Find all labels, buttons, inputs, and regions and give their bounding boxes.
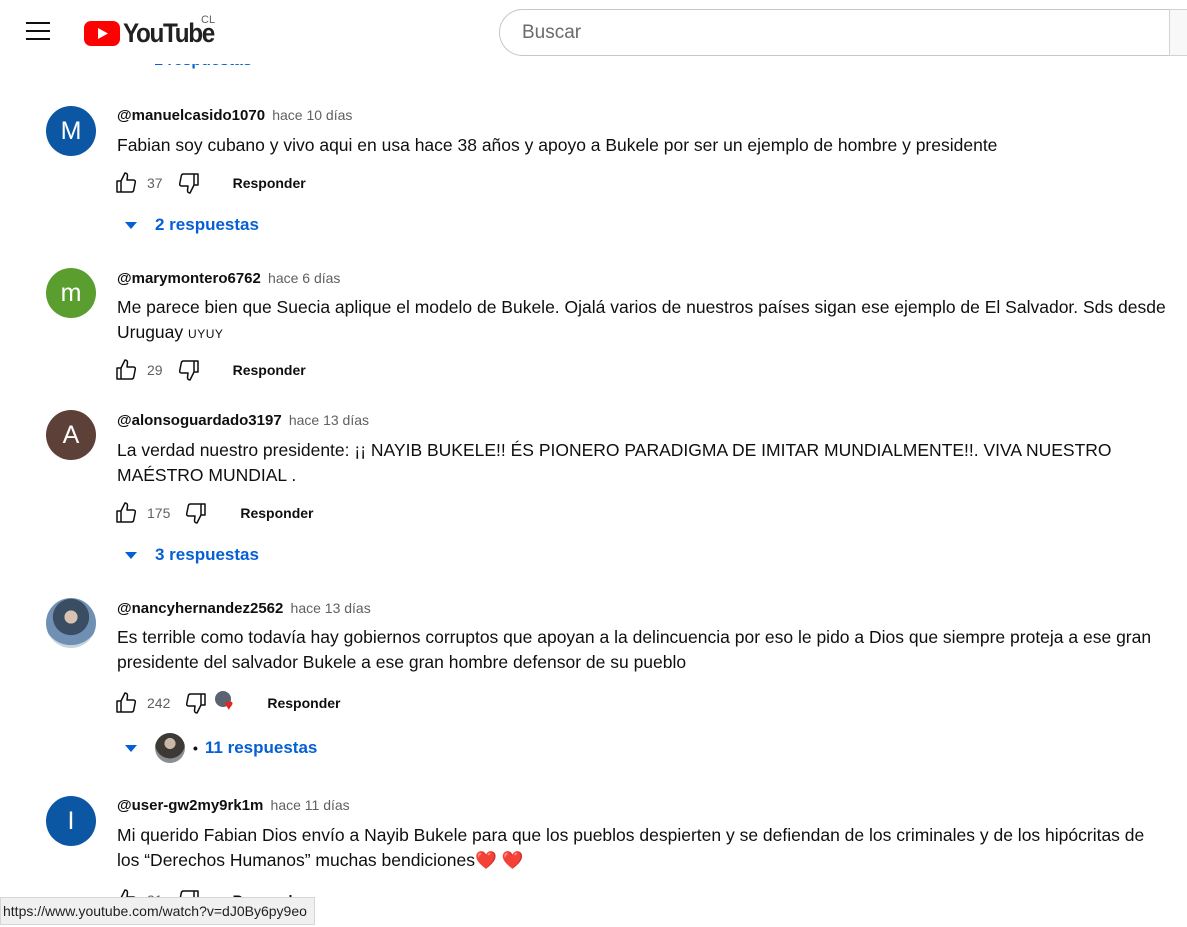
replies-toggle[interactable]: • 11 respuestas: [122, 733, 317, 763]
author-name[interactable]: @manuelcasido1070: [117, 107, 265, 124]
like-count: 37: [147, 175, 163, 191]
like-count: 175: [147, 505, 171, 521]
comment-actions: 242 ♥ Responder: [113, 688, 340, 718]
like-icon[interactable]: [113, 170, 139, 196]
comment-actions: 29 Responder: [113, 355, 306, 385]
dislike-icon[interactable]: [176, 357, 202, 383]
avatar[interactable]: I: [46, 796, 96, 846]
author-name[interactable]: @alonsoguardado3197: [117, 412, 282, 429]
comment-header: @nancyhernandez2562 hace 13 días: [117, 600, 371, 617]
timestamp[interactable]: hace 13 días: [289, 412, 369, 428]
reply-button[interactable]: Responder: [233, 362, 306, 378]
author-name[interactable]: @user-gw2my9rk1m: [117, 797, 263, 814]
comment-text: Es terrible como todavía hay gobiernos c…: [117, 627, 1152, 672]
creator-avatar: [155, 733, 185, 763]
avatar[interactable]: m: [46, 268, 96, 318]
reply-button[interactable]: Responder: [267, 695, 340, 711]
status-bar-url: https://www.youtube.com/watch?v=dJ0By6py…: [0, 897, 315, 925]
comment-text: Me parece bien que Suecia aplique el mod…: [117, 295, 1167, 347]
avatar[interactable]: M: [46, 106, 96, 156]
like-count: 242: [147, 695, 171, 711]
replies-toggle[interactable]: 2 respuestas: [122, 215, 259, 235]
search-button[interactable]: [1169, 9, 1187, 56]
like-count: 29: [147, 362, 163, 378]
author-name[interactable]: @marymontero6762: [117, 270, 261, 287]
comment-text: La verdad nuestro presidente: ¡¡ NAYIB B…: [117, 440, 1112, 485]
chevron-down-icon: [125, 744, 137, 752]
comment-header: @alonsoguardado3197 hace 13 días: [117, 412, 369, 429]
country-code: CL: [201, 14, 216, 26]
reply-button[interactable]: Responder: [233, 175, 306, 191]
replies-label: 2 respuestas: [155, 215, 259, 234]
timestamp[interactable]: hace 11 días: [271, 797, 350, 813]
timestamp[interactable]: hace 6 días: [268, 270, 340, 286]
dislike-icon[interactable]: [176, 170, 202, 196]
search-input[interactable]: [520, 21, 1164, 45]
masthead: YouTube CL: [0, 0, 1187, 64]
replies-label: 11 respuestas: [204, 738, 318, 757]
hamburger-menu-icon[interactable]: [26, 22, 50, 42]
like-icon[interactable]: [113, 500, 139, 526]
like-icon[interactable]: [113, 357, 139, 383]
comment-text-body: Me parece bien que Suecia aplique el mod…: [117, 297, 1166, 342]
search-box[interactable]: [499, 9, 1187, 56]
comment-text: Mi querido Fabian Dios envío a Nayib Buk…: [117, 825, 1145, 870]
comment-header: @user-gw2my9rk1m hace 11 días: [117, 797, 350, 814]
comment-text: Fabian soy cubano y vivo aqui en usa hac…: [117, 135, 998, 155]
youtube-play-icon: [84, 20, 120, 46]
avatar[interactable]: A: [46, 410, 96, 460]
timestamp[interactable]: hace 13 días: [291, 600, 371, 616]
like-icon[interactable]: [113, 690, 139, 716]
dislike-icon[interactable]: [183, 690, 209, 716]
replies-label: 3 respuestas: [155, 545, 259, 564]
comment-actions: 175 Responder: [113, 498, 313, 528]
creator-heart-icon: ♥: [215, 691, 239, 715]
comment-actions: 37 Responder: [113, 168, 306, 198]
replies-toggle[interactable]: 3 respuestas: [122, 545, 259, 565]
dislike-icon[interactable]: [183, 500, 209, 526]
author-name[interactable]: @nancyhernandez2562: [117, 600, 283, 617]
flag-text: UYUY: [188, 327, 224, 341]
reply-button[interactable]: Responder: [240, 505, 313, 521]
avatar[interactable]: [46, 598, 96, 648]
chevron-down-icon: [125, 551, 137, 559]
timestamp[interactable]: hace 10 días: [272, 107, 352, 123]
chevron-down-icon: [125, 221, 137, 229]
separator-dot: •: [193, 740, 198, 756]
comment-header: @marymontero6762 hace 6 días: [117, 270, 340, 287]
comment-header: @manuelcasido1070 hace 10 días: [117, 107, 352, 124]
